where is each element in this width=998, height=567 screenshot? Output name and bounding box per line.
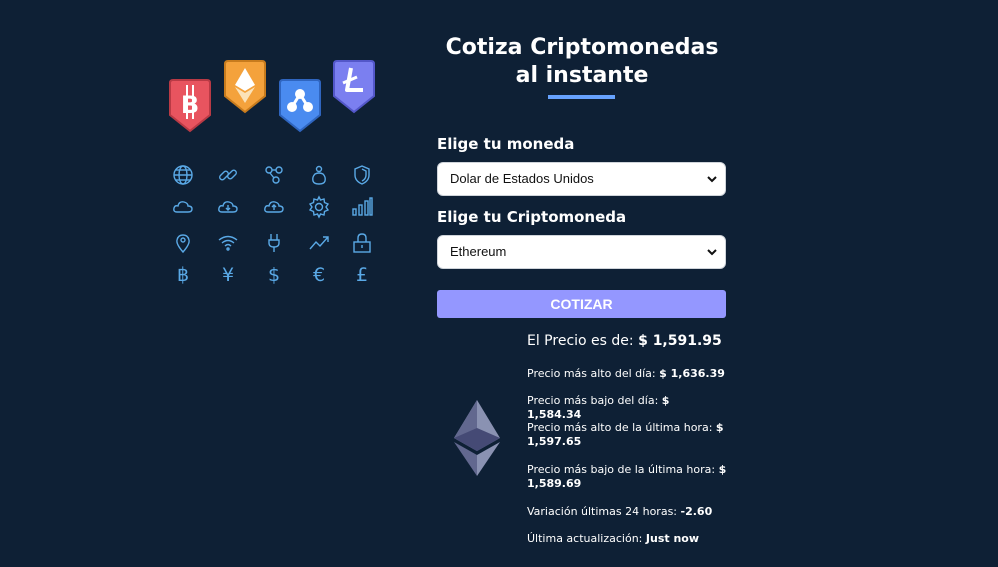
svg-text:B: B	[181, 91, 199, 119]
ethereum-logo-icon	[454, 400, 500, 476]
yen-icon: ¥	[221, 264, 235, 286]
link-icon	[216, 163, 240, 187]
high-hour-line: Precio más alto de la última hora: $ 1,5…	[527, 421, 727, 449]
gear-icon	[307, 195, 331, 219]
updated-value: Just now	[645, 532, 699, 545]
network-icon	[262, 163, 286, 187]
money-bag-icon	[307, 163, 331, 187]
pound-icon: £	[355, 264, 369, 286]
crypto-select[interactable]: Ethereum	[437, 235, 726, 269]
globe-icon	[171, 163, 195, 187]
dollar-icon: $	[267, 264, 281, 286]
cotizar-button[interactable]: COTIZAR	[437, 290, 726, 318]
price-value: $ 1,591.95	[638, 333, 722, 349]
ethereum-badge-icon	[224, 60, 266, 114]
change-line: Variación últimas 24 horas: -2.60	[527, 505, 727, 519]
trend-up-icon	[307, 231, 331, 255]
currency-select[interactable]: Dolar de Estados Unidos	[437, 162, 726, 196]
change-value: -2.60	[680, 505, 713, 518]
crypto-illustration: B ฿ ¥ $ € £	[160, 55, 390, 295]
title-underline	[548, 95, 615, 99]
wifi-icon	[216, 231, 240, 255]
currency-select-value: Dolar de Estados Unidos	[450, 171, 594, 186]
shield-icon	[350, 163, 374, 187]
litecoin-badge-icon	[333, 60, 375, 114]
location-pin-icon	[171, 231, 195, 255]
price-line: El Precio es de: $ 1,591.95	[527, 333, 722, 349]
ripple-badge-icon	[279, 79, 321, 133]
price-label: El Precio es de:	[527, 333, 634, 349]
page-title: Cotiza Criptomonedas al instante	[445, 35, 719, 88]
bitcoin-badge-icon: B	[169, 79, 211, 133]
currency-label: Elige tu moneda	[437, 135, 575, 153]
change-label: Variación últimas 24 horas:	[527, 505, 678, 518]
low-day-label: Precio más bajo del día:	[527, 394, 659, 407]
updated-label: Última actualización:	[527, 532, 643, 545]
low-hour-label: Precio más bajo de la última hora:	[527, 463, 716, 476]
high-day-line: Precio más alto del día: $ 1,636.39	[527, 367, 727, 381]
low-hour-line: Precio más bajo de la última hora: $ 1,5…	[527, 463, 727, 491]
updated-line: Última actualización: Just now	[527, 532, 727, 546]
cloud-upload-icon	[262, 195, 286, 219]
crypto-label: Elige tu Criptomoneda	[437, 208, 627, 226]
plug-icon	[262, 231, 286, 255]
high-day-label: Precio más alto del día:	[527, 367, 656, 380]
high-hour-label: Precio más alto de la última hora:	[527, 421, 713, 434]
lock-icon	[350, 231, 374, 255]
chevron-down-icon	[707, 176, 717, 183]
bar-chart-icon	[350, 195, 374, 219]
cloud-download-icon	[216, 195, 240, 219]
euro-icon: €	[312, 264, 326, 286]
crypto-select-value: Ethereum	[450, 244, 507, 259]
low-day-line: Precio más bajo del día: $ 1,584.34	[527, 394, 727, 422]
cloud-icon	[171, 195, 195, 219]
high-day-value: $ 1,636.39	[659, 367, 725, 380]
baht-icon: ฿	[176, 264, 190, 286]
chevron-down-icon	[707, 249, 717, 256]
